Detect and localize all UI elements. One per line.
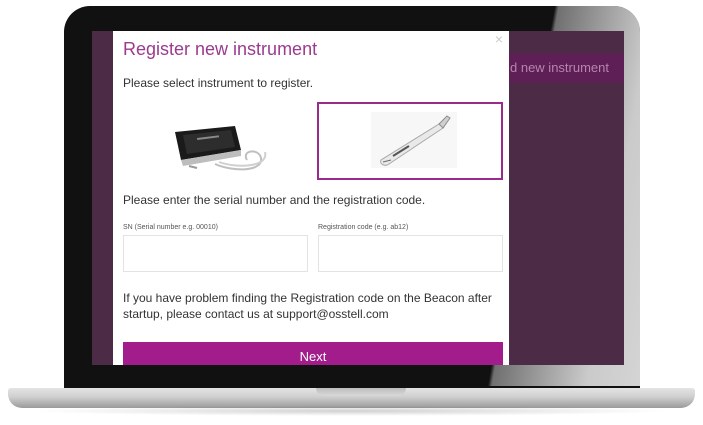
- laptop-base-notch: [316, 388, 406, 396]
- serial-prompt: Please enter the serial number and the r…: [123, 193, 426, 207]
- instrument-option-device[interactable]: [123, 102, 309, 180]
- instrument-option-beacon[interactable]: [317, 102, 503, 180]
- modal-title: Register new instrument: [123, 39, 318, 59]
- select-instrument-prompt: Please select instrument to register.: [123, 76, 314, 90]
- next-button[interactable]: Next: [123, 342, 503, 365]
- help-text: If you have problem finding the Registra…: [123, 291, 492, 321]
- laptop-shadow: [30, 406, 673, 416]
- registration-code-input[interactable]: [318, 235, 503, 272]
- add-instrument-button[interactable]: d new instrument: [504, 53, 624, 83]
- serial-number-input[interactable]: [123, 235, 308, 272]
- register-instrument-modal: Register new instrument × Please select …: [113, 31, 509, 365]
- laptop-base: [8, 388, 695, 408]
- serial-number-label: SN (Serial number e.g. 00010): [123, 224, 218, 231]
- close-icon[interactable]: ×: [495, 31, 503, 47]
- app-screen: d new instrument Register new instrument…: [92, 31, 624, 365]
- device-console-image: [175, 126, 267, 171]
- registration-code-label: Registration code (e.g. ab12): [318, 224, 409, 231]
- beacon-probe-image: [371, 112, 457, 168]
